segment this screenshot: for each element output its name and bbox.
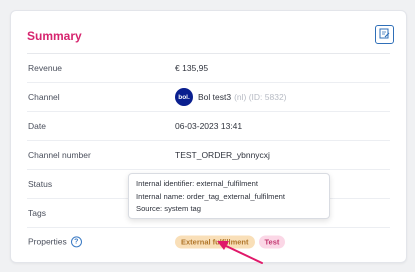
channel-id: (nl) (ID: 5832) — [234, 92, 287, 102]
tag-tooltip: Internal identifier: external_fulfilment… — [128, 173, 330, 219]
label-date: Date — [28, 121, 46, 131]
channel-name[interactable]: Bol test3 — [198, 92, 231, 102]
label-revenue: Revenue — [28, 63, 63, 73]
row-channel-number: Channel number TEST_ORDER_ybnnycxj — [27, 141, 390, 170]
value-properties: External fulfillment Test — [175, 235, 289, 249]
badge-test[interactable]: Test — [258, 235, 286, 249]
row-channel: Channel bol. Bol test3 (nl) (ID: 5832) — [27, 83, 390, 112]
label-channel: Channel — [28, 92, 60, 102]
card-title: Summary — [27, 29, 82, 43]
value-revenue: € 135,95 — [175, 63, 209, 73]
row-revenue: Revenue € 135,95 — [27, 54, 390, 83]
properties-label-text: Properties — [28, 236, 67, 247]
label-tags: Tags — [28, 208, 46, 218]
summary-card: Summary Revenue € 135,95 Channel bol. Bo… — [10, 10, 407, 263]
value-channel-number: TEST_ORDER_ybnnycxj — [175, 150, 270, 160]
value-channel: bol. Bol test3 (nl) (ID: 5832) — [175, 88, 287, 106]
channel-logo: bol. — [175, 88, 193, 106]
row-properties: Properties? External fulfillment Test — [27, 228, 390, 256]
edit-button[interactable] — [375, 25, 394, 44]
edit-icon — [379, 26, 390, 44]
tooltip-identifier: Internal identifier: external_fulfilment — [136, 179, 258, 188]
tooltip-name: Internal name: order_tag_external_fulfil… — [136, 191, 286, 201]
label-status: Status — [28, 179, 53, 189]
help-icon[interactable]: ? — [70, 236, 82, 248]
badge-external-fulfillment[interactable]: External fulfillment — [175, 235, 255, 249]
label-properties: Properties? — [28, 236, 82, 248]
row-date: Date 06-03-2023 13:41 — [27, 112, 390, 141]
value-date: 06-03-2023 13:41 — [175, 121, 243, 131]
tooltip-source: Source: system tag — [136, 204, 201, 213]
label-channel-number: Channel number — [28, 150, 91, 160]
